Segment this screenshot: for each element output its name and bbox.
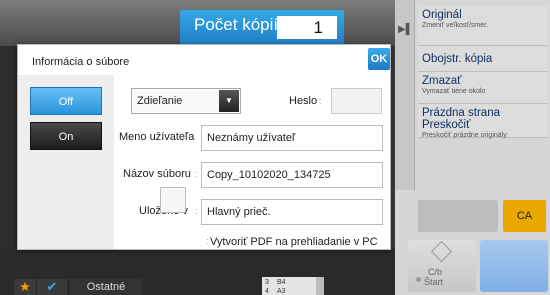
paper-scroll-handle[interactable] — [316, 277, 324, 295]
dropdown-arrow-icon[interactable]: ▼ — [219, 90, 239, 112]
pdf-colon: : — [206, 236, 209, 246]
filename-colon: : — [195, 169, 198, 179]
preview-button[interactable] — [418, 200, 498, 232]
other-button[interactable]: Ostatné — [70, 279, 142, 295]
tray-size: B4 — [277, 279, 286, 286]
start-bw-button[interactable]: C/b Štart — [408, 240, 476, 292]
filename-field[interactable]: Copy_10102020_134725 — [201, 162, 383, 188]
password-field[interactable] — [331, 88, 382, 114]
menu-item-subtitle: Zmeniť veľkosť/smer. — [422, 22, 489, 29]
saved-in-field[interactable]: Hlavný prieč. — [201, 199, 383, 225]
start-icon — [430, 240, 453, 263]
copies-label: Počet kópií — [194, 15, 279, 34]
password-colon: : — [319, 96, 322, 106]
filename-label: Názov súboru — [123, 168, 191, 180]
off-button[interactable]: Off — [30, 87, 102, 115]
ok-button[interactable]: OK — [368, 48, 390, 70]
menu-item-title: Zmazať — [422, 75, 462, 87]
menu-item-title: Prázdna strana Preskočiť — [422, 107, 500, 131]
menu-item-erase[interactable]: Zmazať Vymazať tiene okolo — [418, 72, 548, 104]
file-info-dialog: Informácia o súbore OK Off On Zdieľanie … — [17, 44, 391, 250]
menu-item-blank-page-skip[interactable]: Prázdna strana Preskočiť Preskočiť prázd… — [418, 104, 548, 139]
start-bw-sublabel: Štart — [424, 277, 444, 287]
copies-input[interactable]: 1 — [277, 16, 337, 39]
favorite-star-icon[interactable]: ★ — [14, 279, 36, 295]
username-label: Meno užívateľa — [119, 131, 195, 143]
tray-number: 3 — [265, 279, 269, 286]
paper-tray-row: 4 A3 — [265, 287, 319, 295]
check-icon[interactable]: ✔ — [37, 279, 67, 295]
play-arrow-icon: ▶▌ — [398, 24, 413, 35]
copies-box: Počet kópií 1 — [180, 10, 344, 44]
on-button[interactable]: On — [30, 122, 102, 150]
username-field[interactable]: Neznámy užívateľ — [201, 125, 383, 151]
paper-tray-row: 3 B4 — [265, 278, 319, 287]
start-bw-label: C/b — [428, 267, 443, 277]
saved-in-colon: : — [195, 206, 198, 216]
menu-item-duplex[interactable]: Obojstr. kópia — [418, 46, 548, 72]
menu-item-title: Originál — [422, 9, 462, 21]
password-label: Heslo — [289, 95, 318, 107]
pdf-checkbox-label: Vytvoriť PDF na prehliadanie v PC — [210, 236, 378, 248]
clear-all-button[interactable]: CA — [503, 200, 546, 232]
menu-item-subtitle: Vymazať tiene okolo — [422, 88, 486, 95]
dialog-title: Informácia o súbore — [32, 56, 130, 68]
start-color-button[interactable] — [480, 240, 548, 292]
menu-item-title: Obojstr. kópia — [422, 53, 493, 65]
tray-size: A3 — [277, 288, 286, 295]
paper-tray-list: 3 B4 4 A3 — [262, 277, 322, 295]
menu-item-original[interactable]: Originál Zmeniť veľkosť/smer. — [418, 6, 548, 46]
menu-item-subtitle: Preskočiť prázdne originály — [422, 132, 507, 139]
tray-number: 4 — [265, 288, 269, 295]
pdf-checkbox[interactable] — [160, 187, 186, 213]
status-dot — [416, 277, 421, 282]
